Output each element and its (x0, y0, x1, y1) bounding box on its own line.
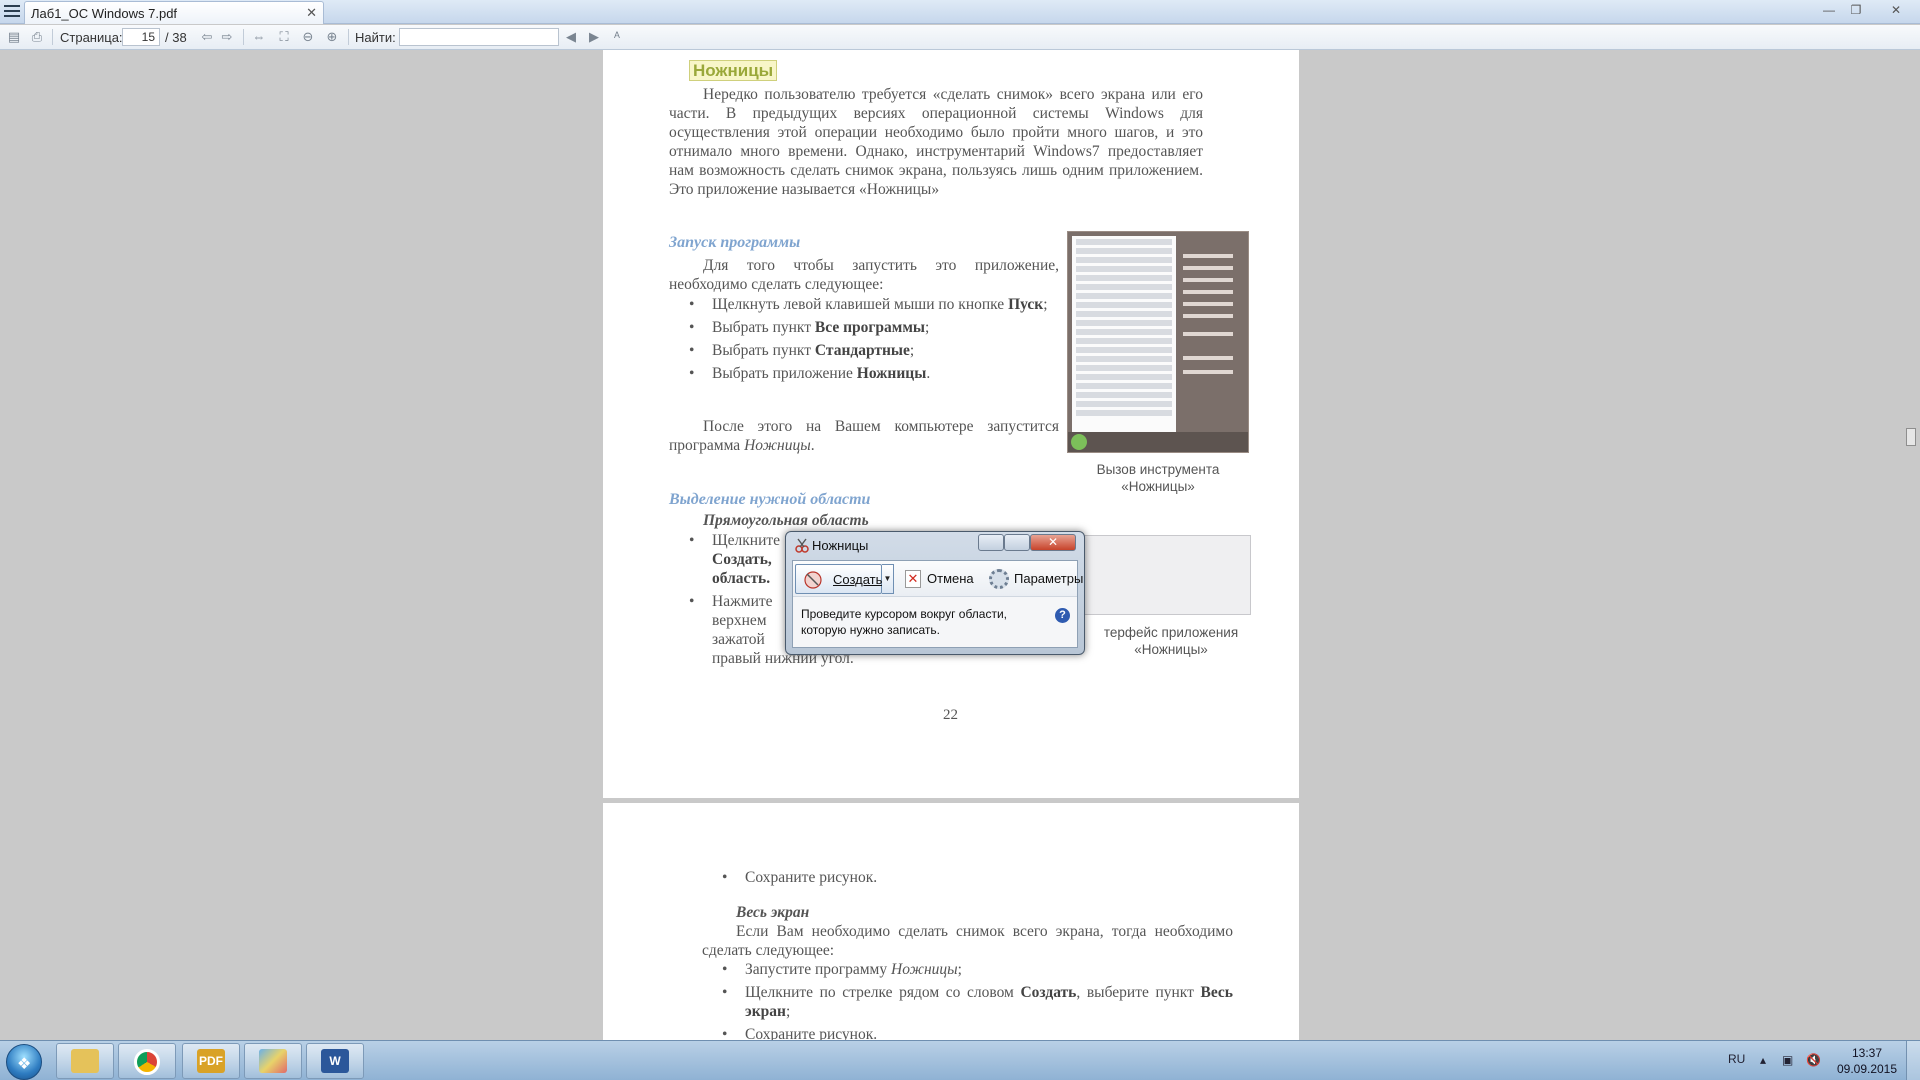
taskbar-explorer[interactable] (56, 1043, 114, 1079)
title-bar: Лаб1_ОС Windows 7.pdf ✕ — ❐ ✕ (0, 0, 1920, 24)
figure-caption-2: терфейс приложения «Ножницы» (1103, 625, 1239, 657)
snipping-toolbar: Создать ▼ ✕ Отмена Параметры (793, 561, 1083, 597)
section-heading: Ножницы (689, 60, 778, 81)
find-label: Найти: (355, 30, 396, 45)
zoom-in-icon[interactable]: ⊕ (324, 29, 340, 45)
intro-paragraph: Нередко пользователю требуется «сделать … (669, 86, 1203, 198)
list-item: Сохраните рисунок. (702, 868, 1262, 887)
figure-caption-1: Вызов инструмента «Ножницы» (1096, 462, 1220, 494)
start-menu-thumbnail (1067, 231, 1249, 453)
document-tab[interactable]: Лаб1_ОС Windows 7.pdf ✕ (24, 1, 324, 24)
find-input[interactable] (399, 28, 559, 46)
taskbar-word[interactable]: W (306, 1043, 364, 1079)
close-button[interactable]: ✕ (1886, 2, 1906, 18)
taskbar-chrome[interactable] (118, 1043, 176, 1079)
page-label: Страница: (60, 30, 123, 45)
match-case-icon[interactable]: ᴬ (609, 29, 625, 45)
folder-icon (71, 1049, 99, 1073)
snip-hint-text: Проведите курсором вокруг области, котор… (801, 607, 1007, 637)
create-button[interactable]: Создать (795, 564, 882, 594)
snip-maximize-button[interactable] (1004, 534, 1030, 551)
fullscreen-steps: Запустите программу Ножницы; Щелкните по… (702, 960, 1233, 1040)
snipping-tool-title: Ножницы (812, 538, 869, 553)
list-item: Выбрать приложение Ножницы. (669, 364, 1059, 383)
list-item: Выбрать пункт Все программы; (669, 318, 1059, 337)
snipping-tool-window: Ножницы ✕ Создать ▼ ✕ Отмена Параметры П… (785, 531, 1085, 655)
tray-expand-icon[interactable]: ▴ (1760, 1053, 1766, 1067)
selection-heading: Выделение нужной области (669, 491, 871, 508)
snipping-interface-thumbnail (1069, 535, 1251, 615)
create-label: Создать (833, 572, 883, 587)
previous-page-icon[interactable]: ⇦ (199, 29, 215, 45)
snipping-tool-body: Создать ▼ ✕ Отмена Параметры Проведите к… (792, 560, 1083, 648)
options-button[interactable]: Параметры (1014, 571, 1083, 586)
fit-page-icon[interactable]: ⛶ (276, 29, 292, 45)
list-item: Запустите программу Ножницы; (702, 960, 1233, 979)
create-dropdown-arrow[interactable]: ▼ (882, 564, 894, 594)
new-snip-icon (804, 571, 822, 589)
snip-minimize-button[interactable] (978, 534, 1004, 551)
print-icon[interactable]: ⎙ (29, 29, 45, 45)
clock-date: 09.09.2015 (1836, 1062, 1898, 1076)
list-item: Щелкнуть левой клавишей мыши по кнопке П… (669, 295, 1059, 314)
taskbar-pdf-reader[interactable]: PDF (182, 1043, 240, 1079)
help-icon[interactable]: ? (1055, 608, 1070, 623)
save-step-list: Сохраните рисунок. (702, 868, 1262, 891)
paint-icon (259, 1049, 287, 1073)
launch-steps: Щелкнуть левой клавишей мыши по кнопке П… (669, 295, 1059, 387)
clock-time: 13:37 (1851, 1046, 1883, 1060)
launch-heading: Запуск программы (669, 234, 801, 251)
pdf-page-next: Сохраните рисунок. Весь экран Если Вам н… (603, 803, 1299, 1040)
fullscreen-intro: Если Вам необходимо сделать снимок всего… (702, 923, 1233, 959)
page-number-input[interactable]: 15 (122, 28, 160, 46)
list-item: Сохраните рисунок. (702, 1025, 1233, 1040)
find-previous-icon[interactable]: ◀ (563, 29, 579, 45)
fullscreen-heading: Весь экран (736, 904, 810, 921)
word-icon: W (321, 1049, 349, 1073)
taskbar: ❖ PDF W RU ▴ ▣ 🔇 13:37 09.09.2015 (0, 1040, 1920, 1080)
document-tab-title: Лаб1_ОС Windows 7.pdf (31, 6, 178, 21)
scrollbar-thumb[interactable] (1906, 428, 1916, 446)
start-menu-list (1072, 236, 1176, 432)
cancel-button[interactable]: Отмена (927, 571, 974, 586)
launch-intro: Для того чтобы запустить это приложение,… (669, 257, 1059, 293)
windows-logo-icon: ❖ (17, 1056, 32, 1073)
scissors-icon (795, 538, 809, 553)
toolbar: ▤ ⎙ Страница: 15 / 38 ⇦ ⇨ ⇔ ⛶ ⊖ ⊕ Найти:… (0, 25, 1920, 50)
list-item: Выбрать пункт Стандартные; (669, 341, 1059, 360)
zoom-out-icon[interactable]: ⊖ (300, 29, 316, 45)
taskbar-paint[interactable] (244, 1043, 302, 1079)
options-gear-icon[interactable] (989, 569, 1009, 589)
vertical-scrollbar[interactable] (1902, 50, 1920, 1040)
volume-muted-icon[interactable]: 🔇 (1806, 1053, 1821, 1067)
rect-heading: Прямоугольная область (703, 512, 869, 529)
find-next-icon[interactable]: ▶ (586, 29, 602, 45)
pdf-page: Ножницы Нередко пользователю требуется «… (603, 50, 1299, 798)
language-indicator[interactable]: RU (1728, 1052, 1745, 1066)
cancel-icon[interactable]: ✕ (905, 570, 921, 588)
pdf-reader-icon: PDF (197, 1049, 225, 1073)
network-icon[interactable]: ▣ (1782, 1053, 1793, 1067)
toolbar-separator (243, 29, 244, 45)
start-orb-icon (1071, 434, 1087, 450)
page-total: / 38 (165, 30, 187, 45)
tab-close-icon[interactable]: ✕ (306, 5, 317, 21)
chrome-icon (134, 1049, 160, 1075)
page-number: 22 (943, 707, 958, 723)
toolbar-separator (348, 29, 349, 45)
clock[interactable]: 13:37 09.09.2015 (1836, 1045, 1898, 1077)
toolbar-separator (52, 29, 53, 45)
menu-icon[interactable] (4, 5, 20, 19)
restore-button[interactable]: ❐ (1846, 2, 1866, 18)
open-file-icon[interactable]: ▤ (6, 29, 22, 45)
list-item: Щелкните по стрелке рядом со словом Созд… (702, 983, 1233, 1021)
start-button[interactable]: ❖ (6, 1044, 42, 1080)
after-launch-paragraph: После этого на Вашем компьютере запустит… (669, 418, 1059, 454)
snip-close-button[interactable]: ✕ (1030, 534, 1076, 551)
minimize-button[interactable]: — (1819, 2, 1839, 18)
next-page-icon[interactable]: ⇨ (219, 29, 235, 45)
show-desktop-button[interactable] (1906, 1041, 1920, 1080)
fit-width-icon[interactable]: ⇔ (251, 29, 267, 45)
